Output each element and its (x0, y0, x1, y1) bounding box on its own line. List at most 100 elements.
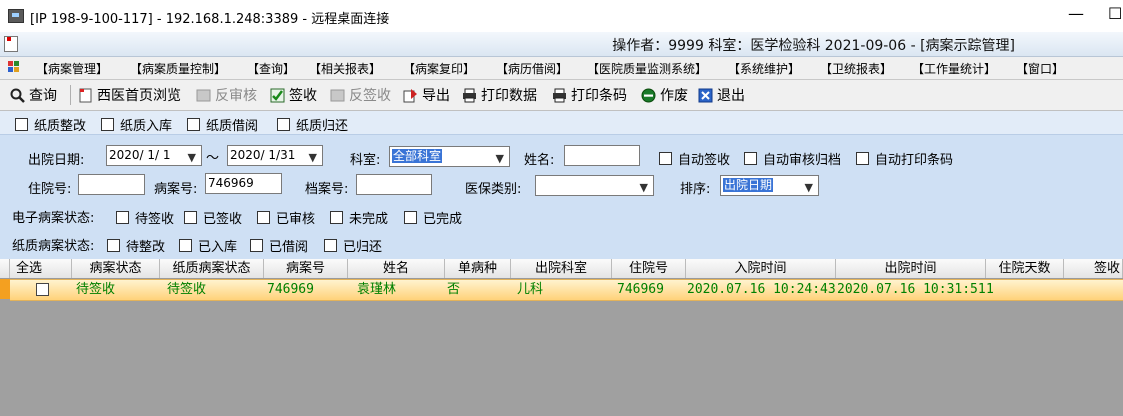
cell-record-no: 746969 (267, 282, 314, 297)
e-status-incomplete[interactable]: 未完成 (330, 208, 388, 227)
row-indicator-header (0, 259, 10, 278)
exit-icon (698, 88, 713, 103)
e-status-complete[interactable]: 已完成 (404, 208, 462, 227)
p-status-pending-rectify[interactable]: 待整改 (107, 236, 165, 255)
menu-item-query[interactable]: 【查询】 (247, 60, 295, 77)
record-no-label: 病案号: (154, 182, 198, 197)
date-from-picker[interactable]: 2020/ 1/ 1 ▼ (106, 145, 202, 166)
col-paper-status[interactable]: 纸质病案状态 (160, 259, 264, 278)
print-data-button[interactable]: 打印数据 (462, 86, 537, 104)
export-icon (403, 88, 418, 103)
col-discharge-time[interactable]: 出院时间 (836, 259, 986, 278)
menu-grid-icon (8, 61, 20, 73)
filter-panel: 纸质整改 纸质入库 纸质借阅 纸质归还 出院日期: 2020/ 1/ 1 ▼ ～ … (0, 111, 1123, 259)
table-header: 全选 病案状态 纸质病案状态 病案号 姓名 单病种 出院科室 住院号 入院时间 … (0, 259, 1123, 279)
chevron-down-icon: ▼ (187, 151, 196, 164)
menu-item-health-stats[interactable]: 【卫统报表】 (820, 60, 892, 77)
print-barcode-button[interactable]: 打印条码 (552, 86, 627, 104)
void-icon (641, 88, 656, 103)
col-inpatient-no[interactable]: 住院号 (612, 259, 686, 278)
col-dept[interactable]: 出院科室 (511, 259, 612, 278)
paper-storage-checkbox[interactable]: 纸质入库 (101, 115, 172, 134)
cell-name: 袁瑾林 (357, 282, 397, 297)
col-status[interactable]: 病案状态 (72, 259, 160, 278)
menu-item-workload[interactable]: 【工作量统计】 (912, 60, 996, 77)
e-status-reviewed[interactable]: 已审核 (257, 208, 315, 227)
col-single-disease[interactable]: 单病种 (445, 259, 511, 278)
menu-item-window[interactable]: 【窗口】 (1016, 60, 1064, 77)
paper-borrow-checkbox[interactable]: 纸质借阅 (187, 115, 258, 134)
p-status-label: 纸质病案状态: (12, 239, 95, 254)
toolbar-divider (70, 85, 71, 105)
col-name[interactable]: 姓名 (348, 259, 445, 278)
window-title: [IP 198-9-100-117] - 192.168.1.248:3389 … (30, 12, 390, 27)
col-admit-time[interactable]: 入院时间 (686, 259, 836, 278)
dept-label: 科室: (350, 153, 381, 168)
cell-single-disease: 否 (447, 282, 461, 297)
toolbar: 查询 西医首页浏览 反审核 签收 反签收 导出 打印数据 打印条码 作废 退出 (0, 80, 1123, 111)
void-button[interactable]: 作废 (641, 86, 688, 104)
table-row[interactable]: 待签收 待签收 746969 袁瑾林 否 儿科 746969 2020.07.1… (10, 279, 1123, 301)
auto-review-checkbox[interactable]: 自动审核归档 (744, 149, 841, 168)
sign-button[interactable]: 签收 (270, 86, 317, 104)
magnifier-icon (10, 88, 25, 103)
e-status-label: 电子病案状态: (12, 211, 95, 226)
sort-label: 排序: (680, 182, 711, 197)
document-icon (78, 88, 93, 103)
printer-icon (462, 88, 477, 103)
menu-item-system-maintenance[interactable]: 【系统维护】 (728, 60, 800, 77)
p-status-returned[interactable]: 已归还 (324, 236, 382, 255)
cell-admit-time: 2020.07.16 10:24:43 (687, 282, 836, 297)
menu-item-borrow[interactable]: 【病历借阅】 (496, 60, 568, 77)
cell-paper-status: 待签收 (167, 282, 207, 297)
menu-item-copy[interactable]: 【病案复印】 (403, 60, 475, 77)
auto-print-checkbox[interactable]: 自动打印条码 (856, 149, 953, 168)
p-status-borrowed[interactable]: 已借阅 (250, 236, 308, 255)
p-status-stored[interactable]: 已入库 (179, 236, 237, 255)
disabled-review-icon (196, 88, 211, 103)
menu-item-reports[interactable]: 【相关报表】 (309, 60, 381, 77)
chevron-down-icon: ▼ (804, 181, 813, 194)
insurance-select[interactable]: ▼ (535, 175, 654, 196)
row-indicator (0, 279, 10, 299)
unsign-button[interactable]: 反签收 (330, 86, 391, 104)
menu-item-case-management[interactable]: 【病案管理】 (36, 60, 108, 77)
dept-select[interactable]: 全部科室 ▼ (389, 146, 510, 167)
app-icon (4, 36, 18, 52)
query-button[interactable]: 查询 (10, 86, 57, 104)
col-record-no[interactable]: 病案号 (264, 259, 348, 278)
cell-status: 待签收 (76, 282, 116, 297)
printer-icon (552, 88, 567, 103)
cell-inpatient-no: 746969 (617, 282, 664, 297)
homepage-browse-button[interactable]: 西医首页浏览 (78, 86, 181, 104)
col-days[interactable]: 住院天数 (986, 259, 1064, 278)
remote-desktop-icon (8, 9, 24, 23)
window-titlebar: [IP 198-9-100-117] - 192.168.1.248:3389 … (0, 0, 1123, 32)
select-all-header[interactable]: 全选 (10, 259, 72, 278)
record-no-input[interactable]: 746969 (205, 173, 282, 194)
e-status-pending-sign[interactable]: 待签收 (116, 208, 174, 227)
chevron-down-icon: ▼ (639, 181, 648, 194)
unreview-button[interactable]: 反审核 (196, 86, 257, 104)
auto-sign-checkbox[interactable]: 自动签收 (659, 149, 730, 168)
archive-no-input[interactable] (356, 174, 432, 195)
name-input[interactable] (564, 145, 640, 166)
inpatient-no-label: 住院号: (28, 182, 72, 197)
disabled-unsign-icon (330, 88, 345, 103)
export-button[interactable]: 导出 (403, 86, 450, 104)
minimize-button[interactable]: — (1068, 4, 1084, 23)
inpatient-no-input[interactable] (78, 174, 145, 195)
menu-item-hospital-monitor[interactable]: 【医院质量监测系统】 (587, 60, 707, 77)
col-sign[interactable]: 签收 (1064, 259, 1123, 278)
paper-return-checkbox[interactable]: 纸质归还 (277, 115, 348, 134)
menu-item-quality-control[interactable]: 【病案质量控制】 (130, 60, 226, 77)
row-select-checkbox[interactable] (36, 283, 49, 296)
date-to-picker[interactable]: 2020/ 1/31 ▼ (227, 145, 323, 166)
sort-select[interactable]: 出院日期 ▼ (720, 175, 819, 196)
exit-button[interactable]: 退出 (698, 86, 745, 104)
name-label: 姓名: (524, 153, 555, 168)
e-status-signed[interactable]: 已签收 (184, 208, 242, 227)
maximize-button[interactable]: ☐ (1108, 4, 1122, 23)
paper-rectify-checkbox[interactable]: 纸质整改 (15, 115, 86, 134)
records-table: 全选 病案状态 纸质病案状态 病案号 姓名 单病种 出院科室 住院号 入院时间 … (0, 259, 1123, 416)
